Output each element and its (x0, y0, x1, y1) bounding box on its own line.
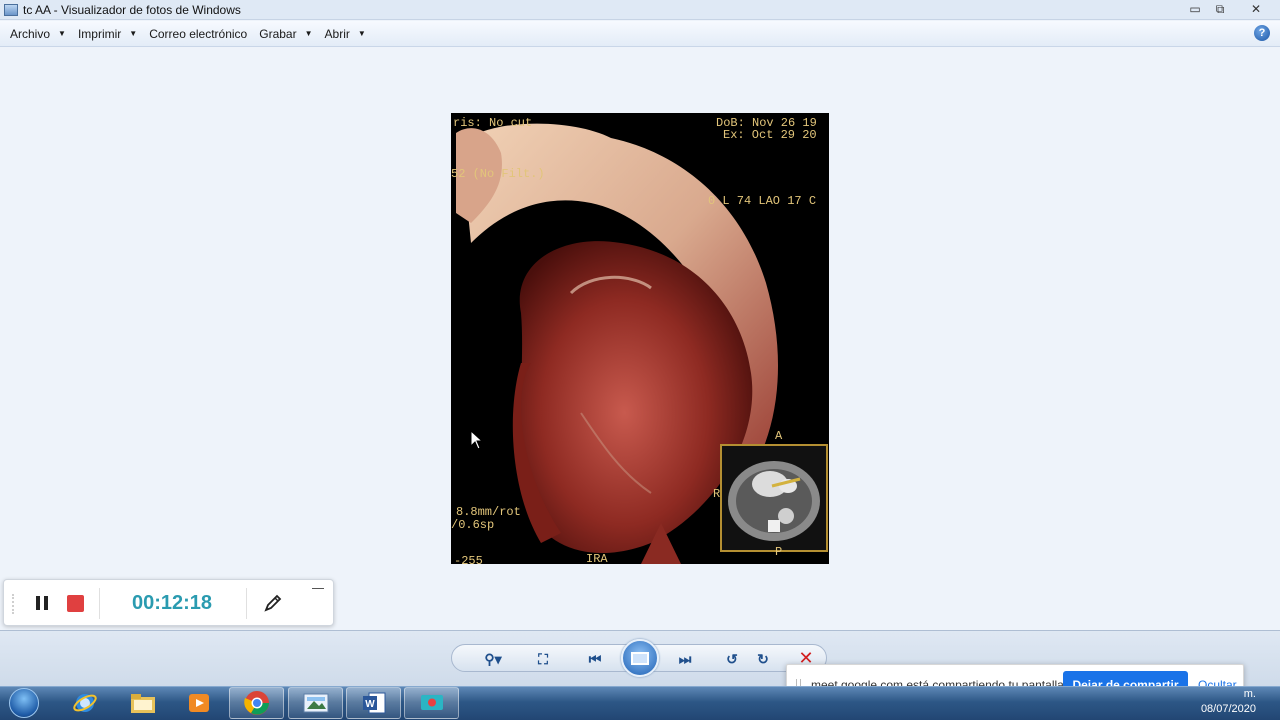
mouse-cursor-icon (470, 430, 484, 450)
dropdown-caret-icon: ▼ (357, 29, 366, 38)
angle-label: 0 L 74 LAO 17 C (708, 194, 817, 208)
menu-label: Abrir (324, 26, 350, 41)
slideshow-icon (631, 651, 649, 665)
help-icon[interactable]: ? (1254, 25, 1270, 41)
start-button[interactable] (4, 686, 44, 720)
taskbar-internet-explorer[interactable] (57, 687, 112, 719)
photo-viewer-icon (303, 693, 328, 713)
stop-recording-button[interactable] (67, 595, 84, 612)
screen-recorder-icon (420, 695, 443, 710)
media-player-icon (188, 694, 209, 712)
menu-label: Grabar (259, 26, 297, 41)
next-icon[interactable]: ⏭ (674, 650, 696, 668)
clock-date[interactable]: 08/07/2020 (1201, 703, 1256, 715)
taskbar-photo-viewer[interactable] (288, 687, 343, 719)
menu-archivo[interactable]: Archivo ▼ (4, 23, 72, 45)
internet-explorer-icon (72, 694, 97, 712)
taskbar-file-explorer[interactable] (115, 687, 170, 719)
fit-window-icon[interactable]: ⛶ (532, 650, 554, 668)
menu-label: Correo electrónico (149, 26, 248, 41)
minimize-recorder-button[interactable] (312, 586, 324, 589)
divider (99, 588, 100, 619)
dropdown-caret-icon: ▼ (58, 29, 66, 38)
close-button[interactable]: ✕ (1243, 0, 1269, 18)
ct-scan-image: DoB: Nov 26 19 Ex: Oct 29 20 ris: No cut… (451, 113, 829, 564)
dropdown-caret-icon: ▼ (129, 29, 138, 38)
speed-label: /0.6sp (451, 518, 495, 532)
title-bar: tc AA - Visualizador de fotos de Windows… (0, 0, 1280, 20)
taskbar-word[interactable]: W (346, 687, 401, 719)
axial-slice-graphic (728, 461, 820, 541)
previous-icon[interactable]: ⏮ (584, 650, 606, 668)
menu-bar: Archivo ▼ Imprimir ▼ Correo electrónico Gr… (0, 21, 1280, 47)
dropdown-caret-icon: ▼ (304, 29, 313, 38)
folder-icon (130, 694, 155, 713)
pause-bar (36, 596, 40, 610)
menu-correo[interactable]: Correo electrónico (143, 23, 253, 45)
svg-text:W: W (365, 699, 375, 710)
rotate-right-icon[interactable]: ↻ (752, 650, 774, 668)
recording-timer: 00:12:18 (131, 592, 213, 614)
photo-viewer-app-icon (4, 3, 18, 16)
menu-abrir[interactable]: Abrir ▼ (319, 23, 372, 45)
windows-logo-icon (9, 688, 39, 718)
minimize-button[interactable]: ▭ (1182, 0, 1208, 18)
menu-imprimir[interactable]: Imprimir ▼ (72, 23, 143, 45)
word-icon: W (362, 692, 385, 714)
filter-label: 52 (No Filt.) (451, 167, 545, 181)
inset-posterior-label: P (775, 545, 783, 559)
window-label: -255 (454, 554, 483, 564)
taskbar-chrome[interactable] (229, 687, 284, 719)
pen-icon[interactable] (263, 593, 283, 613)
inset-anterior-label: A (775, 429, 783, 443)
chrome-icon (243, 691, 269, 715)
divider (246, 588, 247, 619)
zoom-icon[interactable]: ⚲▾ (478, 650, 508, 668)
taskbar-media-player[interactable] (171, 687, 226, 719)
menu-label: Archivo (10, 26, 51, 41)
taskbar-screen-recorder[interactable] (404, 687, 459, 719)
clock-time[interactable]: m. (1244, 688, 1256, 700)
pause-button[interactable] (34, 594, 50, 612)
exam-date-label: Ex: Oct 29 20 (723, 128, 817, 142)
restore-button[interactable]: ⧉ (1207, 0, 1233, 18)
slideshow-button[interactable] (621, 639, 659, 677)
rotation-label: 8.8mm/rot (456, 505, 521, 519)
menu-label: Imprimir (77, 26, 122, 41)
rotate-left-icon[interactable]: ↺ (721, 650, 743, 668)
cut-label: ris: No cut (453, 116, 533, 130)
pause-bar (44, 596, 48, 610)
ira-label: IRA (586, 552, 608, 564)
screen-recorder-widget: 00:12:18 (3, 579, 334, 626)
window-title: tc AA - Visualizador de fotos de Windows (23, 2, 241, 17)
drag-handle-icon[interactable] (12, 594, 16, 614)
axial-ct-inset (720, 444, 828, 552)
menu-grabar[interactable]: Grabar ▼ (253, 23, 318, 45)
